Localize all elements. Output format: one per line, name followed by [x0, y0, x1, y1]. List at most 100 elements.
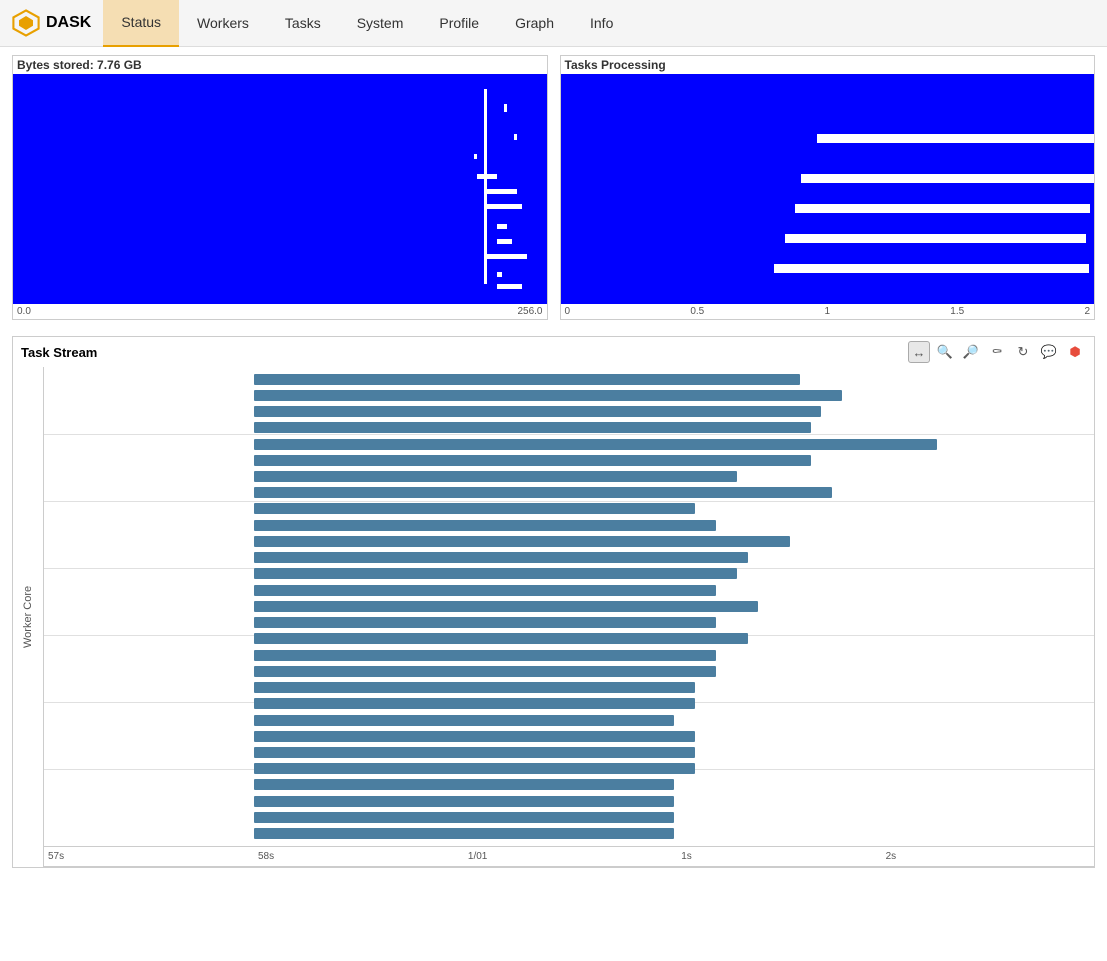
task-stream-panel: Task Stream ↔ 🔍 🔎 ⚰ ↻ 💬 ⬢ Worker Core: [12, 336, 1095, 868]
stream-bar: [254, 763, 695, 774]
stream-bar-row: [44, 389, 1094, 402]
tasks-processing-chart: Tasks Processing 0 0.5 1 1.5 2: [560, 55, 1096, 320]
y-axis-label: Worker Core: [13, 367, 43, 867]
bytes-axis-min: 0.0: [17, 306, 31, 317]
stream-bar: [254, 390, 842, 401]
dask-logo-icon: [12, 9, 40, 37]
bytes-axis-max: 256.0: [517, 306, 542, 317]
stream-bar: [254, 698, 695, 709]
stream-bar: [254, 715, 674, 726]
stream-bar: [254, 666, 716, 677]
stream-chart-content: 57s 58s 1/01 1s 2s: [43, 367, 1094, 867]
tasks-axis-max: 2: [1084, 306, 1090, 317]
stream-bar: [254, 520, 716, 531]
stream-bar: [254, 406, 821, 417]
nav-item-workers[interactable]: Workers: [179, 0, 267, 47]
stream-bar-row: [44, 697, 1094, 710]
stream-bar-row: [44, 778, 1094, 791]
brand: DASK: [0, 9, 103, 37]
bytes-stored-chart: Bytes stored: 7.76 GB 0.0 25: [12, 55, 548, 320]
stream-bar: [254, 487, 832, 498]
stream-bar: [254, 650, 716, 661]
stream-bars-container: [44, 367, 1094, 846]
navbar: DASK Status Workers Tasks System Profile…: [0, 0, 1107, 47]
stream-bar-row: [44, 811, 1094, 824]
top-charts-row: Bytes stored: 7.76 GB 0.0 25: [12, 55, 1095, 320]
stream-bar-row: [44, 438, 1094, 451]
stream-bar-row: [44, 502, 1094, 515]
stream-bar-row: [44, 421, 1094, 434]
stream-bar: [254, 585, 716, 596]
stream-bar: [254, 552, 748, 563]
stream-bar-row: [44, 535, 1094, 548]
stream-bar: [254, 747, 695, 758]
nav-item-graph[interactable]: Graph: [497, 0, 572, 47]
stream-bar: [254, 439, 937, 450]
toolbar-icons: ↔ 🔍 🔎 ⚰ ↻ 💬 ⬢: [908, 341, 1086, 363]
stream-bar-row: [44, 714, 1094, 727]
x-label-1s: 1s: [681, 851, 692, 862]
x-label-58s: 58s: [258, 851, 274, 862]
brand-name: DASK: [46, 14, 91, 32]
toolbar-zoom-in-icon[interactable]: 🔎: [960, 341, 982, 363]
stream-bar-row: [44, 762, 1094, 775]
stream-bar-row: [44, 632, 1094, 645]
tasks-axis-mid3: 1.5: [950, 306, 964, 317]
toolbar-reset-icon[interactable]: ↻: [1012, 341, 1034, 363]
task-stream-body: Worker Core 57s 58s 1/01: [13, 367, 1094, 867]
nav-item-profile[interactable]: Profile: [421, 0, 497, 47]
stream-bar: [254, 568, 737, 579]
stream-bar: [254, 796, 674, 807]
tasks-axis-mid1: 0.5: [690, 306, 704, 317]
stream-bar: [254, 601, 758, 612]
toolbar-bokeh-icon[interactable]: ⬢: [1064, 341, 1086, 363]
stream-bar: [254, 455, 811, 466]
stream-bar-row: [44, 584, 1094, 597]
tasks-axis-mid2: 1: [824, 306, 830, 317]
stream-bar: [254, 633, 748, 644]
stream-bar: [254, 374, 800, 385]
stream-bar: [254, 617, 716, 628]
stream-bar-row: [44, 551, 1094, 564]
x-label-2s: 2s: [886, 851, 897, 862]
x-label-57s: 57s: [48, 851, 64, 862]
stream-bar: [254, 503, 695, 514]
bytes-axis: 0.0 256.0: [13, 304, 547, 319]
toolbar-zoom-box-icon[interactable]: ⚰: [986, 341, 1008, 363]
nav-item-info[interactable]: Info: [572, 0, 631, 47]
task-stream-header: Task Stream ↔ 🔍 🔎 ⚰ ↻ 💬 ⬢: [13, 337, 1094, 367]
tasks-processing-area: [561, 74, 1095, 304]
stream-bar-row: [44, 730, 1094, 743]
x-axis: 57s 58s 1/01 1s 2s: [44, 846, 1094, 866]
stream-bar: [254, 812, 674, 823]
toolbar-pan-icon[interactable]: ↔: [908, 341, 930, 363]
toolbar-hover-icon[interactable]: 💬: [1038, 341, 1060, 363]
x-label-101: 1/01: [468, 851, 487, 862]
stream-bar-row: [44, 486, 1094, 499]
stream-bar-row: [44, 600, 1094, 613]
main-content: Bytes stored: 7.76 GB 0.0 25: [0, 47, 1107, 876]
toolbar-zoom-icon[interactable]: 🔍: [934, 341, 956, 363]
nav-item-system[interactable]: System: [339, 0, 422, 47]
stream-bar-row: [44, 665, 1094, 678]
stream-bar-row: [44, 827, 1094, 840]
stream-bar-row: [44, 746, 1094, 759]
bytes-stored-area: [13, 74, 547, 304]
stream-bar-row: [44, 795, 1094, 808]
tasks-axis-min: 0: [565, 306, 571, 317]
nav-item-tasks[interactable]: Tasks: [267, 0, 339, 47]
stream-bar-row: [44, 567, 1094, 580]
stream-bar: [254, 682, 695, 693]
stream-bar-row: [44, 681, 1094, 694]
stream-bar-row: [44, 649, 1094, 662]
bytes-stored-title: Bytes stored: 7.76 GB: [13, 56, 547, 74]
stream-bar: [254, 471, 737, 482]
nav-item-status[interactable]: Status: [103, 0, 179, 47]
stream-bar: [254, 779, 674, 790]
tasks-processing-title: Tasks Processing: [561, 56, 1095, 74]
stream-bar-row: [44, 373, 1094, 386]
stream-bar: [254, 422, 811, 433]
stream-bar: [254, 536, 790, 547]
stream-bar-row: [44, 519, 1094, 532]
stream-bar: [254, 828, 674, 839]
